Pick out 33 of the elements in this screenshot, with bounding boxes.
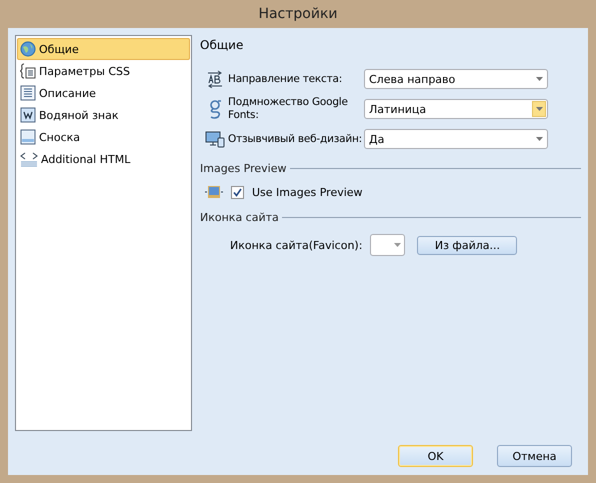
braces-document-icon (20, 63, 36, 79)
dropdown-field[interactable]: Да (364, 129, 548, 149)
dialog-button[interactable]: OK (398, 445, 473, 467)
group-heading: Иконка сайта (200, 211, 279, 224)
letter-w-icon (20, 107, 36, 123)
caret-icon (394, 243, 402, 247)
field-label: Иконка сайта(Favicon): (230, 238, 362, 252)
code-brackets-icon (20, 151, 38, 167)
dropdown-field[interactable]: Латиница (364, 99, 548, 119)
window-title: Настройки (257, 5, 339, 24)
sidebar-item[interactable]: Параметры CSS (17, 60, 190, 82)
globe-icon (20, 41, 36, 57)
sidebar-item[interactable]: Сноска (17, 126, 190, 148)
group-heading: Images Preview (200, 162, 286, 175)
text-direction-icon (206, 70, 224, 88)
monitor-phone-icon (205, 130, 225, 148)
sidebar-item[interactable]: Описание (17, 82, 190, 104)
footnote-page-icon (20, 129, 36, 145)
dropdown-field[interactable]: Слева направо (364, 69, 548, 89)
letter-g-icon (208, 99, 222, 119)
sidebar-item[interactable]: Водяной знак (17, 104, 190, 126)
dialog-button[interactable]: Отмена (497, 445, 572, 467)
sidebar-item[interactable]: Additional HTML (17, 148, 190, 170)
field-label: Направление текста: (228, 72, 344, 86)
section-title: Общие (200, 38, 244, 52)
field-label: Подмножество Google Fonts: (228, 96, 349, 122)
from-file-button[interactable]: Из файла... (417, 236, 518, 254)
image-frame-icon (205, 185, 223, 199)
field-label: Отзывчивый веб-дизайн: (228, 132, 363, 146)
document-lines-icon (20, 85, 36, 101)
sidebar-item[interactable]: Общие (17, 38, 190, 60)
checkbox-label: Use Images Preview (252, 186, 363, 198)
checkbox[interactable] (231, 186, 244, 198)
